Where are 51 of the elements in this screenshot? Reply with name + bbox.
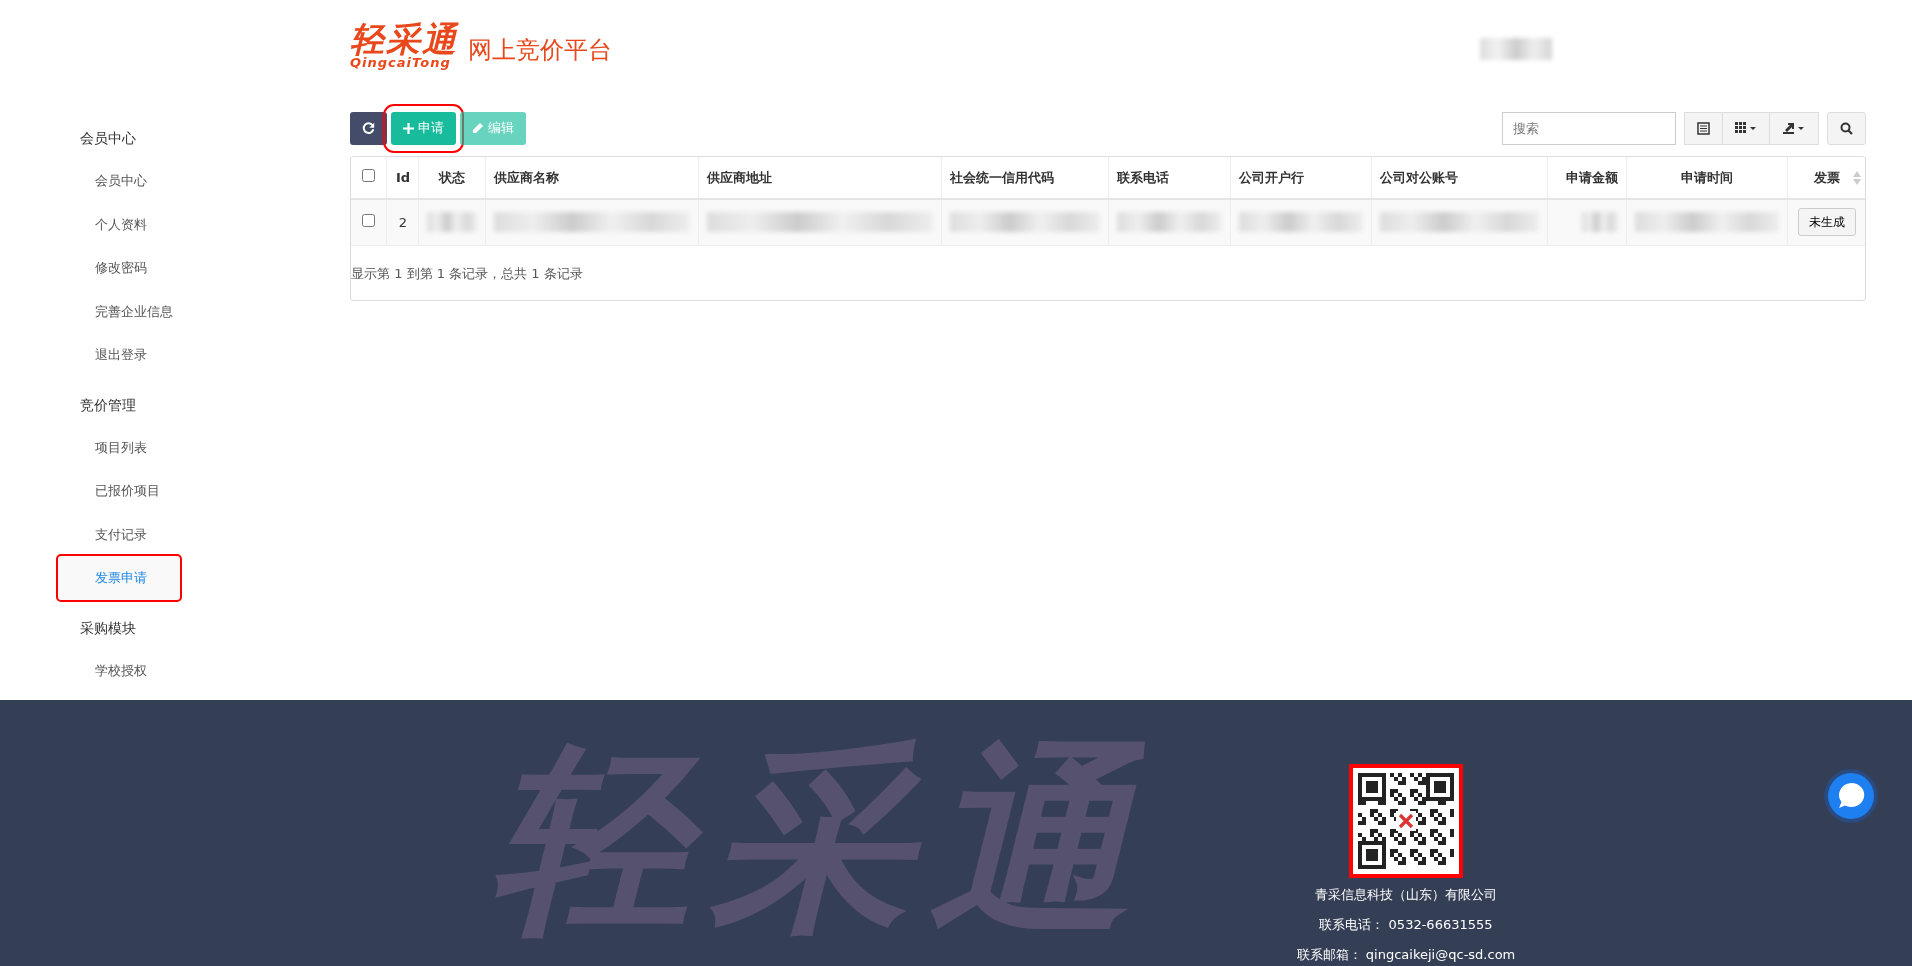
select-all-checkbox[interactable]: [362, 168, 376, 182]
pencil-icon: [472, 122, 484, 134]
sidebar-item[interactable]: 完善企业信息: [58, 289, 290, 333]
sidebar-heading: 竞价管理: [79, 395, 137, 415]
sidebar-item[interactable]: 项目列表: [58, 425, 290, 469]
column-header[interactable]: 社会统一信用代码: [950, 169, 1054, 185]
table-cell: 2: [398, 214, 408, 230]
search-icon: [1840, 121, 1853, 135]
column-header[interactable]: 申请金额: [1565, 169, 1618, 185]
logo-subtext: QingcaiTong: [350, 56, 452, 69]
company-name: 青采信息科技（山东）有限公司: [1315, 886, 1497, 904]
sidebar-item[interactable]: 退出登录: [58, 333, 290, 377]
sidebar-item[interactable]: 修改密码: [58, 246, 290, 290]
column-header[interactable]: Id: [395, 169, 411, 185]
refresh-button[interactable]: [350, 111, 387, 145]
sidebar-item[interactable]: 支付记录: [58, 512, 290, 556]
sidebar-heading: 会员中心: [79, 129, 137, 148]
sidebar-item[interactable]: 个人资料: [58, 202, 290, 246]
list-icon: [1697, 121, 1710, 135]
contact-email: 联系邮箱： qingcaikeji@qc-sd.com: [1296, 946, 1516, 965]
column-header[interactable]: 状态: [439, 169, 466, 185]
blurred-cell: [1581, 212, 1618, 233]
row-checkbox[interactable]: [362, 213, 376, 227]
search-button[interactable]: [1827, 111, 1866, 145]
export-caret-icon: [1782, 121, 1806, 135]
plus-icon: [403, 122, 414, 134]
column-header[interactable]: 发票: [1813, 169, 1840, 185]
column-header[interactable]: 供应商名称: [494, 169, 560, 185]
invoice-status-button[interactable]: 未生成: [1797, 208, 1856, 237]
contact-phone: 联系电话： 0532-66631555: [1319, 916, 1493, 935]
column-header[interactable]: 联系电话: [1116, 169, 1169, 185]
sidebar-item[interactable]: 已报价项目: [58, 469, 290, 513]
refresh-icon: [362, 121, 375, 135]
sidebar-heading: 采购模块: [79, 618, 137, 638]
column-header[interactable]: 申请时间: [1681, 169, 1733, 185]
list-view-button[interactable]: [1684, 111, 1723, 145]
sidebar-item[interactable]: 会员中心: [58, 159, 290, 203]
blurred-cell: [427, 212, 478, 233]
sidebar-item[interactable]: 学校授权: [58, 648, 290, 692]
search-field[interactable]: 搜索: [1502, 111, 1676, 145]
sidebar-item[interactable]: 发票申请: [58, 556, 180, 600]
column-header[interactable]: 公司开户行: [1238, 169, 1304, 185]
column-header[interactable]: 供应商地址: [707, 169, 773, 185]
export-button[interactable]: [1770, 111, 1819, 145]
column-header[interactable]: 公司对公账号: [1379, 169, 1458, 185]
chat-bubble-icon[interactable]: [1823, 768, 1879, 824]
site-title: 网上竞价平台: [468, 35, 612, 66]
pagination-summary: 显示第 1 到第 1 条记录，总共 1 条记录: [351, 264, 584, 283]
logo-text: 轻采通: [350, 22, 458, 56]
grid-caret-icon: [1735, 122, 1757, 134]
columns-button[interactable]: [1723, 111, 1770, 145]
